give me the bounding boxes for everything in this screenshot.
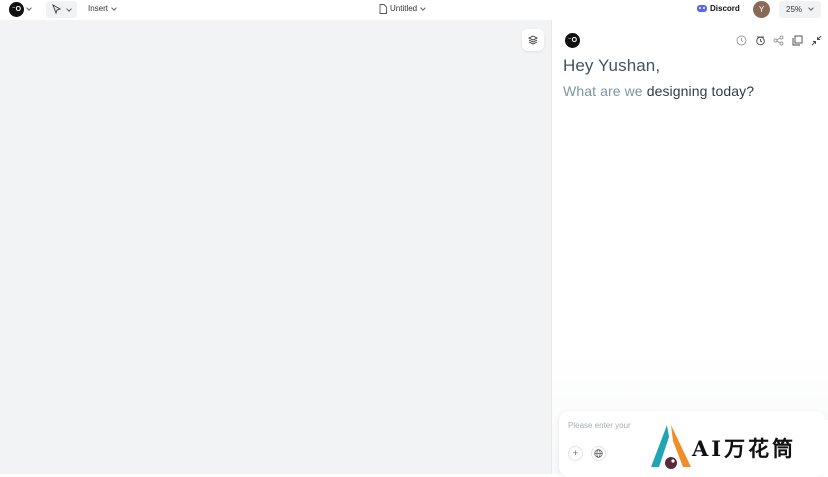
layers-button[interactable] [522, 29, 544, 51]
zoom-dropdown[interactable]: 25% [779, 1, 821, 18]
watermark-logo-icon [651, 425, 691, 469]
chevron-down-icon[interactable] [66, 6, 72, 12]
cursor-icon [52, 4, 62, 15]
insert-menu[interactable]: Insert [88, 4, 108, 13]
layers-icon [528, 35, 538, 45]
greeting-heading: Hey Yushan, [563, 56, 661, 75]
share-icon[interactable] [773, 35, 784, 46]
top-toolbar: ⁻O Insert Untitled Discord Y 25% [0, 0, 828, 20]
assistant-panel: ⁻O Hey Yushan, What are we designing tod… [551, 20, 828, 477]
chat-input[interactable] [568, 421, 632, 430]
history-icon[interactable] [736, 35, 747, 46]
assistant-logo: ⁻O [565, 33, 580, 48]
avatar[interactable]: Y [753, 1, 770, 18]
design-canvas[interactable] [0, 20, 551, 474]
watermark: AI万花筒 [645, 420, 828, 474]
add-attachment-button[interactable]: + [568, 446, 583, 461]
web-search-button[interactable] [591, 446, 606, 461]
discord-link[interactable]: Discord [697, 4, 740, 13]
globe-icon [594, 449, 603, 458]
prompt-subtitle: What are we designing today? [563, 83, 754, 99]
chevron-down-icon[interactable] [26, 5, 32, 11]
chevron-down-icon[interactable] [420, 5, 426, 11]
discord-label: Discord [710, 4, 740, 13]
panel-actions [736, 35, 824, 47]
subtitle-light-text: What are we [563, 83, 647, 99]
clock-icon[interactable] [755, 35, 766, 46]
select-tool-button[interactable] [46, 1, 77, 18]
minimize-icon[interactable] [811, 35, 822, 46]
app-logo[interactable]: ⁻O [9, 2, 24, 17]
chevron-down-icon[interactable] [111, 5, 117, 11]
copy-icon[interactable] [792, 35, 803, 46]
discord-icon [697, 5, 707, 12]
document-icon [379, 4, 387, 14]
document-title[interactable]: Untitled [390, 4, 417, 13]
watermark-text: AI万花筒 [692, 436, 797, 461]
subtitle-dark-text: designing today? [646, 83, 755, 99]
